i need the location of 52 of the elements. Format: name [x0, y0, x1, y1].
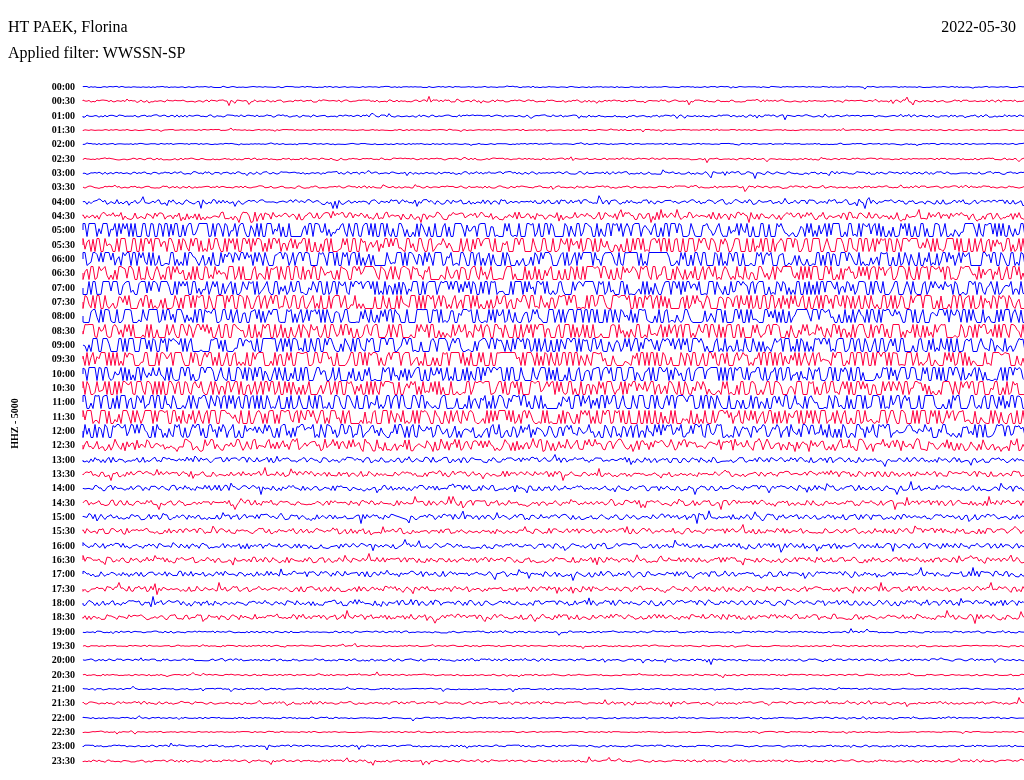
time-label: 15:00 [50, 511, 76, 523]
time-label: 11:30 [51, 410, 76, 423]
time-label: 07:00 [50, 281, 76, 294]
time-label: 17:00 [50, 568, 76, 581]
time-label: 13:00 [50, 453, 76, 466]
time-label: 06:00 [50, 253, 76, 266]
time-label: 05:00 [50, 224, 76, 237]
date-label: 2022-05-30 [941, 18, 1016, 36]
time-label: 16:30 [50, 554, 76, 566]
time-label: 12:30 [50, 439, 76, 452]
time-label: 03:30 [50, 181, 76, 194]
time-label: 10:00 [50, 367, 76, 380]
time-label: 00:30 [50, 95, 76, 108]
time-label: 16:00 [50, 539, 76, 552]
time-label: 02:00 [50, 138, 76, 151]
time-label: 01:30 [50, 124, 76, 137]
time-label: 09:00 [50, 339, 76, 352]
time-label: 14:30 [50, 496, 76, 509]
time-label: 07:30 [50, 296, 76, 309]
time-label: 11:00 [51, 396, 76, 409]
time-label: 21:00 [50, 682, 76, 695]
time-label: 04:30 [50, 210, 76, 223]
time-label: 01:00 [50, 109, 76, 122]
time-label: 10:30 [50, 382, 76, 395]
time-label: 12:00 [50, 425, 76, 438]
time-label: 22:30 [50, 725, 76, 738]
time-label: 20:30 [50, 668, 76, 681]
axis-label: HHZ - 5000 [8, 398, 20, 450]
time-label: 02:30 [50, 152, 76, 165]
time-label: 23:30 [50, 754, 76, 767]
station-title: HT PAEK, Florina [8, 18, 128, 36]
time-label: 19:00 [50, 625, 76, 638]
time-label: 05:30 [50, 238, 76, 251]
time-label: 14:00 [50, 482, 76, 495]
time-label: 08:30 [50, 324, 76, 337]
time-label: 06:30 [50, 267, 76, 280]
time-label: 08:00 [50, 310, 76, 323]
time-label: 17:30 [50, 582, 76, 595]
filter-label: Applied filter: WWSSN-SP [8, 44, 186, 62]
time-label: 20:00 [50, 654, 76, 667]
time-label: 04:00 [50, 195, 76, 208]
time-label: 23:00 [50, 740, 76, 753]
time-label: 18:00 [50, 596, 76, 609]
time-label: 22:00 [50, 711, 76, 724]
time-label: 15:30 [50, 525, 76, 538]
time-label: 18:30 [50, 611, 76, 624]
time-label: 19:30 [50, 639, 76, 652]
time-label: 00:00 [50, 81, 76, 94]
time-label: 03:00 [50, 167, 76, 180]
time-label: 21:30 [50, 697, 76, 710]
time-label: 13:30 [50, 468, 76, 480]
time-label: 09:30 [50, 353, 76, 366]
